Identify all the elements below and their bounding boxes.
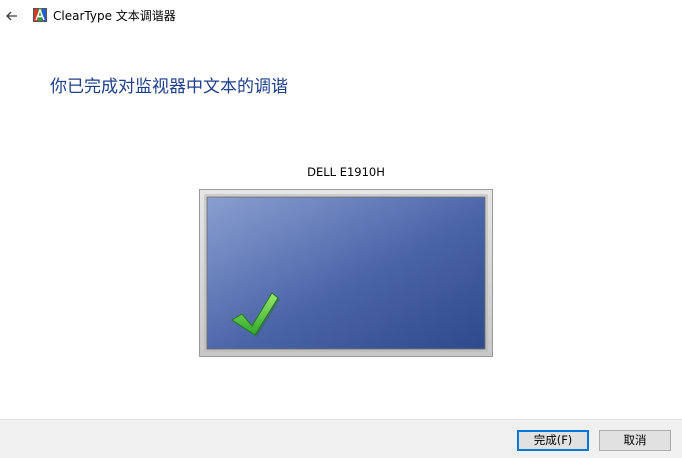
back-arrow-icon[interactable] xyxy=(4,8,20,24)
window-title: ClearType 文本调谐器 xyxy=(53,9,176,23)
title-bar: ClearType 文本调谐器 xyxy=(0,0,682,32)
finish-button[interactable]: 完成(F) xyxy=(517,430,589,451)
cleartype-app-icon xyxy=(33,8,47,22)
footer-bar: 完成(F) 取消 xyxy=(0,419,682,458)
monitor-name-label: DELL E1910H xyxy=(307,165,385,179)
cancel-button[interactable]: 取消 xyxy=(599,430,671,451)
cleartype-tuner-window: ClearType 文本调谐器 你已完成对监视器中文本的调谐 DELL E191… xyxy=(0,0,682,458)
page-heading: 你已完成对监视器中文本的调谐 xyxy=(50,77,288,97)
monitor-illustration xyxy=(199,189,493,357)
